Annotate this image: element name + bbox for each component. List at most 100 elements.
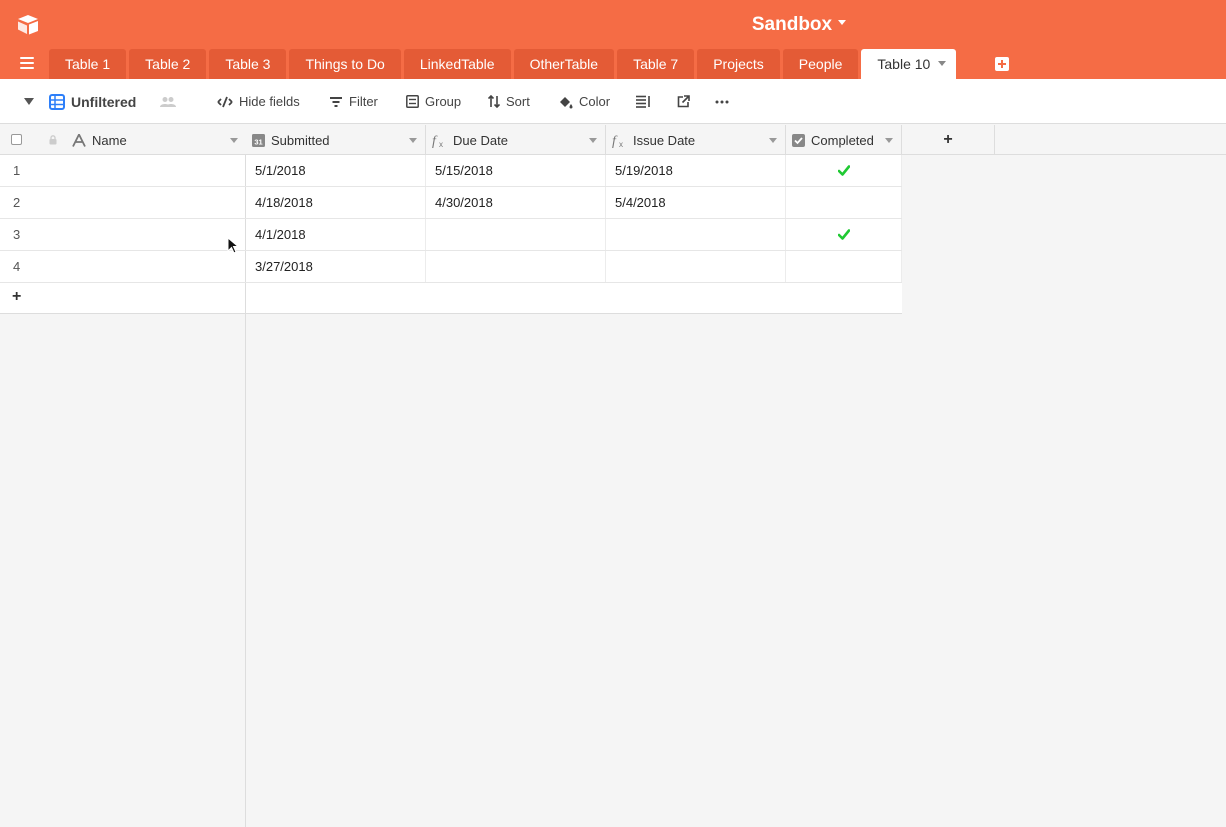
filter-icon [330,96,342,107]
column-header-due-date[interactable]: fx Due Date [426,125,606,155]
mouse-cursor-icon [227,237,239,254]
cell-due-date[interactable] [426,219,606,250]
filter-button[interactable]: Filter [329,79,378,124]
share-button[interactable] [677,79,696,124]
tab-table-2[interactable]: Table 2 [129,49,207,79]
table-row[interactable]: 4 3/27/2018 [0,251,902,283]
sort-icon [488,95,500,108]
collapse-views-icon[interactable] [24,98,34,105]
chevron-down-icon [838,20,847,26]
filter-label: Filter [349,94,378,109]
plus-icon[interactable]: + [12,288,21,306]
cell-completed[interactable] [786,155,902,186]
paint-bucket-icon [560,96,573,108]
column-submitted-label: Submitted [271,132,330,148]
column-issue-date-label: Issue Date [633,132,696,148]
cell-completed[interactable] [786,251,902,282]
cell-submitted[interactable]: 3/27/2018 [246,251,426,282]
cell-issue-date[interactable]: 5/19/2018 [606,155,786,186]
chevron-down-icon[interactable] [409,138,417,143]
cell-submitted[interactable]: 5/1/2018 [246,155,426,186]
view-name: Unfiltered [71,93,137,110]
text-icon [72,133,86,147]
tab-table-3[interactable]: Table 3 [209,49,287,79]
cell-submitted[interactable]: 4/18/2018 [246,187,426,218]
color-button[interactable]: Color [558,79,610,124]
row-height-button[interactable] [636,79,657,124]
share-view-button[interactable] [160,79,182,124]
eye-slash-icon [217,96,233,107]
group-label: Group [425,94,462,109]
check-icon [838,165,850,176]
add-row[interactable]: + [0,283,902,314]
sort-label: Sort [506,94,530,109]
calendar-icon: 31 [252,133,265,147]
frozen-header: Name [0,125,246,155]
chevron-down-icon[interactable] [769,138,777,143]
table-row[interactable]: 1 5/1/2018 5/15/2018 5/19/2018 [0,155,902,187]
tab-table-10[interactable]: Table 10 [861,49,957,79]
select-all-checkbox[interactable] [11,134,22,145]
chevron-down-icon[interactable] [885,138,893,143]
column-header-completed[interactable]: Completed [786,125,902,155]
sort-button[interactable]: Sort [488,79,530,124]
ellipsis-icon [715,100,729,103]
svg-text:x: x [439,140,443,148]
hide-fields-label: Hide fields [239,94,300,109]
cell-completed[interactable] [786,219,902,250]
tab-table-10-label: Table 10 [877,56,931,72]
cell-issue-date[interactable] [606,251,786,282]
cell-name[interactable] [72,219,246,250]
people-icon [160,96,176,107]
cell-name[interactable] [72,187,246,218]
tab-linkedtable[interactable]: LinkedTable [403,49,511,79]
row-number: 3 [13,227,21,242]
tab-table-7[interactable]: Table 7 [617,49,695,79]
cell-name[interactable] [72,251,246,282]
cell-completed[interactable] [786,187,902,218]
tab-othertable[interactable]: OtherTable [513,49,615,79]
tab-people[interactable]: People [782,49,859,79]
base-title-text: Sandbox [751,14,833,35]
chevron-down-icon[interactable] [938,60,947,66]
tab-table-1[interactable]: Table 1 [49,49,127,79]
tab-projects[interactable]: Projects [697,49,780,79]
svg-text:f: f [612,134,618,148]
cell-due-date[interactable] [426,251,606,282]
chevron-down-icon[interactable] [230,138,238,143]
view-toolbar: Unfiltered Hide fields Filter Group Sort… [0,79,1226,124]
base-title[interactable]: Sandbox [0,14,1226,36]
row-number: 1 [13,163,21,178]
check-icon [838,229,850,240]
more-options-button[interactable] [715,79,735,124]
tab-things-to-do[interactable]: Things to Do [289,49,401,79]
column-name-label: Name [92,132,127,148]
chevron-down-icon[interactable] [589,138,597,143]
cell-due-date[interactable]: 5/15/2018 [426,155,606,186]
column-header-submitted[interactable]: 31 Submitted [246,125,426,155]
add-field-button[interactable]: + [902,125,995,155]
group-button[interactable]: Group [406,79,461,124]
top-bar: Sandbox Table 1 Table 2 Table 3 Things t… [0,0,1226,79]
svg-text:f: f [432,134,438,148]
grid-header: 31 Submitted fx Due Date fx Issue Date C… [246,125,1226,155]
cell-issue-date[interactable]: 5/4/2018 [606,187,786,218]
table-row[interactable]: 2 4/18/2018 4/30/2018 5/4/2018 [0,187,902,219]
cell-name[interactable] [72,155,246,186]
column-header-issue-date[interactable]: fx Issue Date [606,125,786,155]
hide-fields-button[interactable]: Hide fields [217,79,300,124]
cell-submitted[interactable]: 4/1/2018 [246,219,426,250]
menu-icon[interactable] [20,57,34,69]
cell-issue-date[interactable] [606,219,786,250]
table-tabs: Table 1 Table 2 Table 3 Things to Do Lin… [49,49,959,79]
cell-due-date[interactable]: 4/30/2018 [426,187,606,218]
row-number: 2 [13,195,21,210]
checkbox-icon [792,133,805,147]
add-table-icon[interactable] [995,57,1009,71]
lock-icon [49,135,57,145]
row-height-icon [636,95,650,108]
view-switcher[interactable]: Unfiltered [49,79,136,124]
table-row[interactable]: 3 4/1/2018 [0,219,902,251]
column-header-name[interactable]: Name [72,125,246,155]
row-number: 4 [13,259,21,274]
